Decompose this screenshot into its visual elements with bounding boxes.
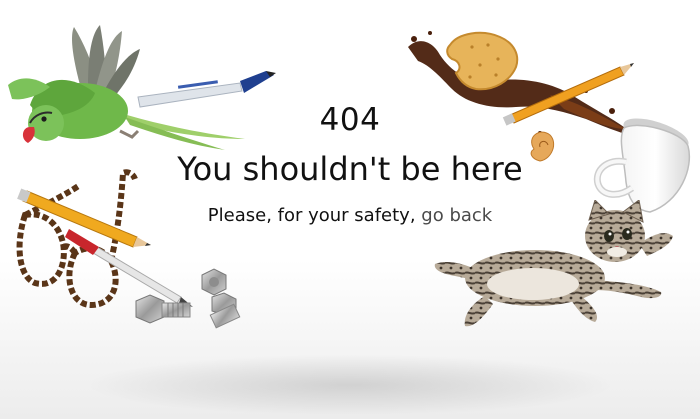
bolts-and-nuts-illustration [135,268,241,329]
floor-shadow [90,355,610,415]
go-back-link[interactable]: go back [421,205,492,226]
error-message-text: Please, for your safety, [207,205,422,226]
error-page: 404 You shouldn't be here Please, for yo… [0,0,700,419]
error-title: You shouldn't be here [177,150,523,188]
error-code: 404 [319,102,381,138]
error-message: Please, for your safety, go back [0,205,700,226]
